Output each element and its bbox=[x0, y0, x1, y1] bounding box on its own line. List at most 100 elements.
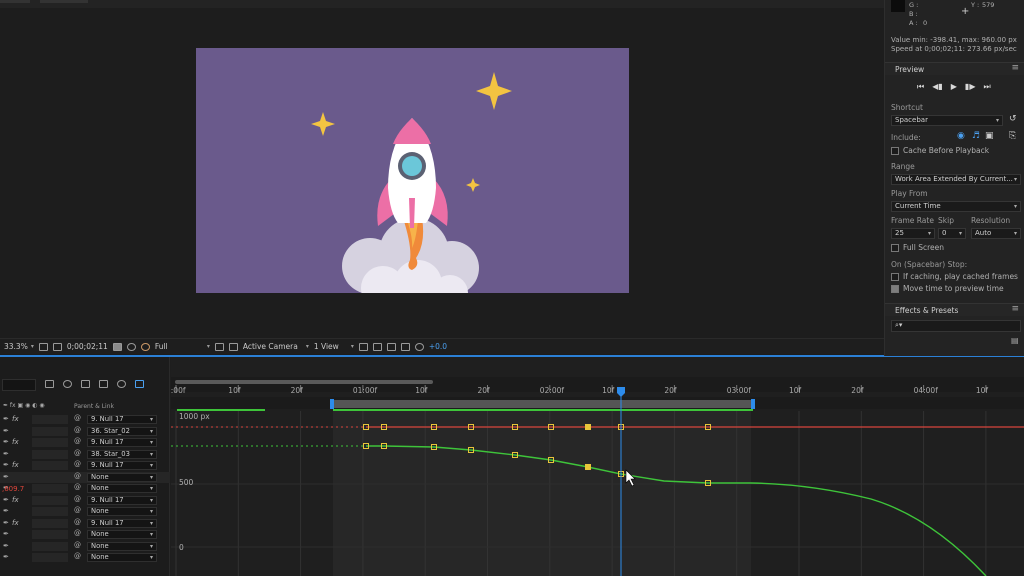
keyframe-y[interactable] bbox=[585, 464, 591, 470]
reset-icon[interactable]: ↺ bbox=[1009, 114, 1017, 124]
navigator-bar[interactable] bbox=[175, 380, 433, 384]
full-screen-checkbox[interactable]: Full Screen bbox=[891, 243, 944, 252]
fx-label[interactable]: fx bbox=[12, 496, 19, 504]
motion-blur-icon[interactable] bbox=[117, 380, 126, 388]
layer-row[interactable]: ✒ @ None ▾ bbox=[0, 541, 170, 553]
preview-panel-header[interactable]: Preview ≡ bbox=[885, 62, 1024, 75]
pickwhip-icon[interactable]: @ bbox=[74, 472, 81, 480]
composition-mini-flowchart-icon[interactable] bbox=[45, 380, 54, 388]
include-video-icon[interactable]: ◉ bbox=[957, 131, 965, 141]
shy-icon[interactable] bbox=[81, 380, 90, 388]
layer-row[interactable]: ✒ @38. Star_03 ▾ bbox=[0, 449, 170, 461]
shy-switch-icon[interactable]: ✒ bbox=[3, 415, 9, 423]
effects-menu-icon[interactable]: ≡ bbox=[1011, 304, 1019, 314]
pickwhip-icon[interactable]: @ bbox=[74, 506, 81, 514]
new-bin-icon[interactable]: ▤ bbox=[1011, 336, 1019, 345]
pickwhip-icon[interactable]: @ bbox=[74, 529, 81, 537]
parent-dropdown[interactable]: None ▾ bbox=[87, 472, 157, 482]
pickwhip-icon[interactable]: @ bbox=[74, 483, 81, 491]
work-area-end-handle[interactable] bbox=[751, 399, 755, 409]
layer-row[interactable]: ✒ fx @9. Null 17 ▾ bbox=[0, 414, 170, 426]
layer-row[interactable]: ✒ fx @9. Null 17 ▾ bbox=[0, 460, 170, 472]
work-area-bar[interactable] bbox=[333, 400, 753, 408]
resolution-preview-dropdown[interactable]: Auto ▾ bbox=[971, 228, 1021, 239]
parent-dropdown[interactable]: 9. Null 17 ▾ bbox=[87, 461, 157, 470]
composition-canvas[interactable] bbox=[196, 48, 629, 293]
parent-dropdown[interactable]: None ▾ bbox=[87, 541, 157, 551]
fx-label[interactable]: fx bbox=[12, 415, 19, 423]
shy-switch-icon[interactable]: ✒ bbox=[3, 450, 9, 458]
layer-row[interactable]: ✒ @36. Star_02 ▾ bbox=[0, 426, 170, 438]
pickwhip-icon[interactable]: @ bbox=[74, 437, 81, 445]
switch-cells[interactable] bbox=[32, 472, 68, 482]
panel-menu-icon[interactable]: ≡ bbox=[1011, 63, 1019, 73]
parent-dropdown[interactable]: None ▾ bbox=[87, 507, 157, 516]
pickwhip-icon[interactable]: @ bbox=[74, 541, 81, 549]
color-channel-icon[interactable] bbox=[140, 342, 150, 351]
layer-row[interactable]: ✒ @ None ▾ bbox=[0, 471, 170, 483]
work-area-start-handle[interactable] bbox=[330, 399, 334, 409]
composition-viewer[interactable] bbox=[0, 0, 884, 338]
transparency-grid-icon[interactable] bbox=[228, 342, 238, 351]
layer-row[interactable]: ✒ @ None ▾ bbox=[0, 529, 170, 541]
shy-switch-icon[interactable]: ✒ bbox=[3, 530, 9, 538]
graph-editor-icon[interactable] bbox=[135, 380, 144, 388]
parent-dropdown[interactable]: 9. Null 17 ▾ bbox=[87, 438, 157, 447]
safe-zones-icon[interactable] bbox=[38, 342, 48, 351]
pickwhip-icon[interactable]: @ bbox=[74, 518, 81, 526]
region-icon[interactable] bbox=[52, 342, 62, 351]
viewer-tab[interactable] bbox=[0, 0, 30, 3]
effects-panel-header[interactable]: Effects & Presets ≡ bbox=[885, 303, 1024, 316]
graph-editor-canvas[interactable]: 0:00f 10f 20f 01:00f 10f 20f 02:00f 10f 20f 03:00… bbox=[171, 357, 1024, 576]
shortcut-dropdown[interactable]: Spacebar ▾ bbox=[891, 115, 1003, 126]
move-time-checkbox[interactable]: Move time to preview time bbox=[891, 284, 1004, 293]
switch-cells[interactable] bbox=[32, 541, 68, 551]
parent-dropdown[interactable]: None ▾ bbox=[87, 553, 157, 562]
frame-rate-dropdown[interactable]: 25 ▾ bbox=[891, 228, 935, 239]
parent-dropdown[interactable]: None ▾ bbox=[87, 530, 157, 539]
effects-search-input[interactable]: ⌕▾ bbox=[891, 320, 1021, 332]
play-from-dropdown[interactable]: Current Time ▾ bbox=[891, 201, 1021, 212]
zoom-dropdown[interactable]: 33.3% ▾ bbox=[4, 342, 34, 351]
shy-switch-icon[interactable]: ✒ bbox=[3, 542, 9, 550]
fx-label[interactable]: fx bbox=[12, 519, 19, 527]
play-icon[interactable]: ▶ bbox=[951, 82, 957, 92]
shy-switch-icon[interactable]: ✒ bbox=[3, 496, 9, 504]
switch-cells[interactable] bbox=[32, 484, 68, 493]
switch-cells[interactable] bbox=[32, 426, 68, 436]
layer-row[interactable]: ✒ fx @9. Null 17 ▾ bbox=[0, 518, 170, 530]
cache-before-playback-checkbox[interactable]: Cache Before Playback bbox=[891, 146, 989, 155]
shy-switch-icon[interactable]: ✒ bbox=[3, 438, 9, 446]
timeline-icon[interactable] bbox=[386, 342, 396, 351]
first-frame-icon[interactable]: ⏮ bbox=[917, 82, 924, 92]
parent-dropdown[interactable]: 9. Null 17 ▾ bbox=[87, 518, 157, 528]
region-of-interest-icon[interactable] bbox=[214, 342, 224, 351]
frame-blending-icon[interactable] bbox=[99, 380, 108, 388]
resolution-dropdown[interactable]: Full ▾ bbox=[155, 342, 210, 351]
layer-row[interactable]: ✒ fx @9. Null 17 ▾ bbox=[0, 437, 170, 449]
pickwhip-icon[interactable]: @ bbox=[74, 449, 81, 457]
pickwhip-icon[interactable]: @ bbox=[74, 460, 81, 468]
shy-switch-icon[interactable]: ✒ bbox=[3, 507, 9, 515]
toggle-pixel-aspect-icon[interactable] bbox=[358, 342, 368, 351]
reset-exposure-icon[interactable] bbox=[414, 342, 424, 351]
layer-row[interactable]: ✒ @ None ▾ bbox=[0, 552, 170, 564]
views-dropdown[interactable]: 1 View ▾ bbox=[314, 342, 354, 351]
switch-cells[interactable] bbox=[32, 438, 68, 447]
skip-dropdown[interactable]: 0 ▾ bbox=[938, 228, 966, 239]
exposure-value[interactable]: +0.0 bbox=[429, 342, 447, 351]
property-value[interactable]: ,609.7 bbox=[2, 485, 24, 493]
snapshot-icon[interactable] bbox=[112, 342, 122, 351]
flowchart-icon[interactable] bbox=[400, 342, 410, 351]
parent-dropdown[interactable]: None ▾ bbox=[87, 484, 157, 493]
pickwhip-icon[interactable]: @ bbox=[74, 414, 81, 422]
show-snapshot-icon[interactable] bbox=[126, 342, 136, 351]
previous-frame-icon[interactable]: ◀▮ bbox=[932, 82, 943, 92]
shy-switch-icon[interactable]: ✒ bbox=[3, 427, 9, 435]
fx-label[interactable]: fx bbox=[12, 438, 19, 446]
switch-cells[interactable] bbox=[32, 530, 68, 539]
switch-cells[interactable] bbox=[32, 507, 68, 516]
include-overlays-icon[interactable]: ▣ bbox=[985, 131, 994, 141]
export-icon[interactable]: ⎘ bbox=[1009, 131, 1016, 141]
next-frame-icon[interactable]: ▮▶ bbox=[965, 82, 976, 92]
